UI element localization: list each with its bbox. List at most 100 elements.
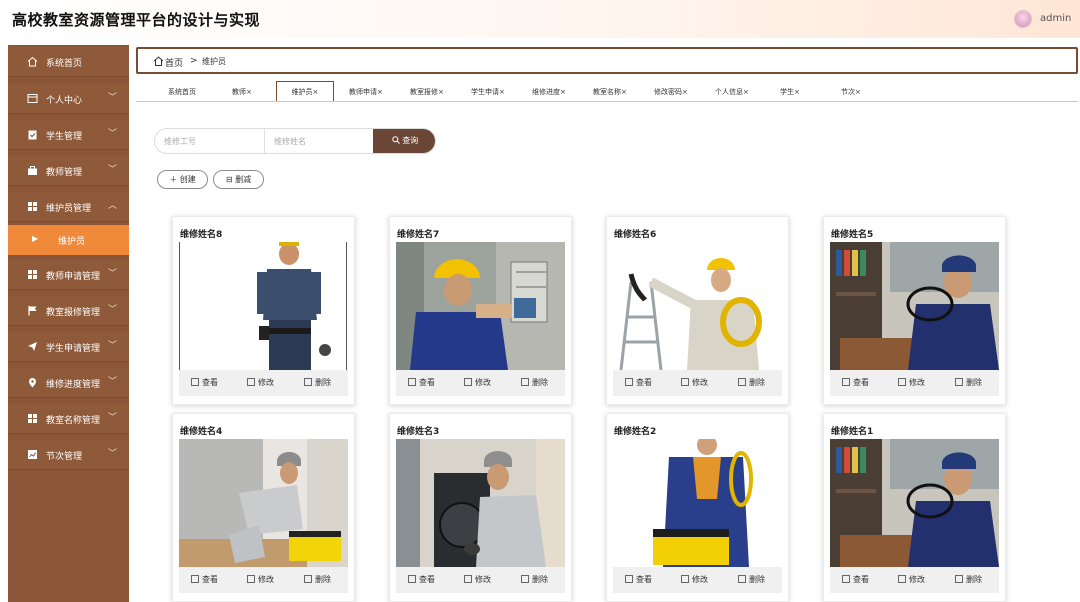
briefcase-icon xyxy=(27,165,38,176)
tab-student-applications[interactable]: 学生申请× xyxy=(471,83,505,101)
tab-repair-progress[interactable]: 维修进度× xyxy=(532,83,566,101)
view-icon xyxy=(408,378,416,386)
edit-button[interactable]: 修改 xyxy=(464,377,491,388)
view-button[interactable]: 查看 xyxy=(191,377,218,388)
sidebar-subitem-label: 维护员 xyxy=(58,237,86,247)
delete-icon xyxy=(738,378,746,386)
delete-card-button[interactable]: 删除 xyxy=(521,574,548,585)
sidebar-item-profile[interactable]: 个人中心 ﹀ xyxy=(8,84,129,114)
tab-periods[interactable]: 节次× xyxy=(841,83,861,101)
edit-button[interactable]: 修改 xyxy=(898,377,925,388)
worker-photo[interactable] xyxy=(179,439,348,567)
delete-card-button[interactable]: 删除 xyxy=(304,574,331,585)
view-button[interactable]: 查看 xyxy=(191,574,218,585)
delete-card-button[interactable]: 删除 xyxy=(738,574,765,585)
worker-photo[interactable] xyxy=(396,242,565,370)
delete-icon xyxy=(521,378,529,386)
sidebar-item-label: 维护员管理 xyxy=(46,204,92,214)
delete-label: 删除 xyxy=(315,575,331,584)
worker-photo[interactable] xyxy=(830,242,999,370)
sidebar-item-student-applications[interactable]: 学生申请管理 ﹀ xyxy=(8,332,129,362)
worker-photo[interactable] xyxy=(613,439,782,567)
tab-maintainers[interactable]: 维护员× xyxy=(276,81,334,101)
delete-icon xyxy=(955,575,963,583)
sidebar-item-classroom-names[interactable]: 教室名称管理 ﹀ xyxy=(8,404,129,434)
sidebar-item-repair-progress[interactable]: 维修进度管理 ﹀ xyxy=(8,368,129,398)
worker-photo[interactable] xyxy=(613,242,782,370)
app-header: 高校教室资源管理平台的设计与实现 admin xyxy=(0,0,1080,38)
tab-change-password[interactable]: 修改密码× xyxy=(654,83,688,101)
card-actions: 查看 修改 删除 xyxy=(613,567,782,593)
edit-button[interactable]: 修改 xyxy=(898,574,925,585)
sidebar-subitem-maintainer[interactable]: ▶ 维护员 xyxy=(8,225,129,255)
breadcrumb-separator: > xyxy=(190,56,198,66)
maintainer-card[interactable]: 维修姓名2 查看 修改 删除 xyxy=(606,413,789,602)
sidebar-item-teachers[interactable]: 教师管理 ﹀ xyxy=(8,156,129,186)
view-button[interactable]: 查看 xyxy=(842,574,869,585)
edit-button[interactable]: 修改 xyxy=(247,574,274,585)
tab-home[interactable]: 系统首页 xyxy=(168,83,196,101)
maintainer-id-input[interactable] xyxy=(155,129,264,153)
edit-button[interactable]: 修改 xyxy=(681,377,708,388)
worker-photo[interactable] xyxy=(830,439,999,567)
delete-card-button[interactable]: 删除 xyxy=(304,377,331,388)
edit-icon xyxy=(681,575,689,583)
delete-card-button[interactable]: 删除 xyxy=(955,377,982,388)
sidebar-item-periods[interactable]: 节次管理 ﹀ xyxy=(8,440,129,470)
tab-personal-info[interactable]: 个人信息× xyxy=(715,83,749,101)
delete-button-label: 删减 xyxy=(235,175,252,184)
sidebar-item-maintainers[interactable]: 维护员管理 ︿ xyxy=(8,192,129,222)
delete-icon xyxy=(521,575,529,583)
delete-label: 删除 xyxy=(966,378,982,387)
maintainer-card[interactable]: 维修姓名3 查看 修改 删除 xyxy=(389,413,572,602)
view-button[interactable]: 查看 xyxy=(408,574,435,585)
view-button[interactable]: 查看 xyxy=(842,377,869,388)
username[interactable]: admin xyxy=(1040,13,1071,24)
maintainer-card[interactable]: 维修姓名8 查看 修改 删除 xyxy=(172,216,355,405)
maintainer-card[interactable]: 维修姓名5 查看 修改 删除 xyxy=(823,216,1006,405)
clipboard-icon xyxy=(27,129,38,140)
view-button[interactable]: 查看 xyxy=(625,377,652,388)
create-button[interactable]: ＋ 创建 xyxy=(157,170,208,189)
maintainer-name-input[interactable] xyxy=(265,129,373,153)
sidebar-item-label: 学生管理 xyxy=(46,132,83,142)
worker-photo[interactable] xyxy=(179,242,348,370)
delete-button[interactable]: ⊟ 删减 xyxy=(213,170,264,189)
delete-icon xyxy=(955,378,963,386)
sidebar-item-label: 学生申请管理 xyxy=(46,344,101,354)
maintainer-card[interactable]: 维修姓名6 查看 修改 删除 xyxy=(606,216,789,405)
card-name: 维修姓名1 xyxy=(831,427,874,437)
tab-repair-reports[interactable]: 教室报修× xyxy=(410,83,444,101)
pin-icon xyxy=(27,377,38,388)
sidebar-item-students[interactable]: 学生管理 ﹀ xyxy=(8,120,129,150)
tab-students[interactable]: 学生× xyxy=(780,83,800,101)
view-button[interactable]: 查看 xyxy=(625,574,652,585)
edit-button[interactable]: 修改 xyxy=(681,574,708,585)
sidebar-item-home[interactable]: 系统首页 xyxy=(8,47,129,77)
tab-classroom-names[interactable]: 教室名称× xyxy=(593,83,627,101)
delete-card-button[interactable]: 删除 xyxy=(738,377,765,388)
avatar[interactable] xyxy=(1014,10,1032,28)
maintainer-card[interactable]: 维修姓名4 查看 修改 删除 xyxy=(172,413,355,602)
maintainer-card[interactable]: 维修姓名7 查看 修改 删除 xyxy=(389,216,572,405)
view-label: 查看 xyxy=(853,378,869,387)
edit-button[interactable]: 修改 xyxy=(247,377,274,388)
grid-icon xyxy=(27,201,38,212)
tab-teachers[interactable]: 教师× xyxy=(232,83,252,101)
sidebar-item-teacher-applications[interactable]: 教师申请管理 ﹀ xyxy=(8,260,129,290)
view-button[interactable]: 查看 xyxy=(408,377,435,388)
breadcrumb: 首页 > 维护员 xyxy=(136,47,1078,74)
maintainer-card[interactable]: 维修姓名1 查看 修改 删除 xyxy=(823,413,1006,602)
breadcrumb-home[interactable]: 首页 xyxy=(165,56,183,69)
card-actions: 查看 修改 删除 xyxy=(179,567,348,593)
chevron-down-icon: ﹀ xyxy=(108,93,118,103)
worker-photo[interactable] xyxy=(396,439,565,567)
edit-label: 修改 xyxy=(692,378,708,387)
delete-card-button[interactable]: 删除 xyxy=(521,377,548,388)
delete-card-button[interactable]: 删除 xyxy=(955,574,982,585)
sidebar-item-repair-reports[interactable]: 教室报修管理 ﹀ xyxy=(8,296,129,326)
edit-icon xyxy=(898,378,906,386)
tab-teacher-applications[interactable]: 教师申请× xyxy=(349,83,383,101)
search-button[interactable]: 查询 xyxy=(373,129,435,153)
edit-button[interactable]: 修改 xyxy=(464,574,491,585)
